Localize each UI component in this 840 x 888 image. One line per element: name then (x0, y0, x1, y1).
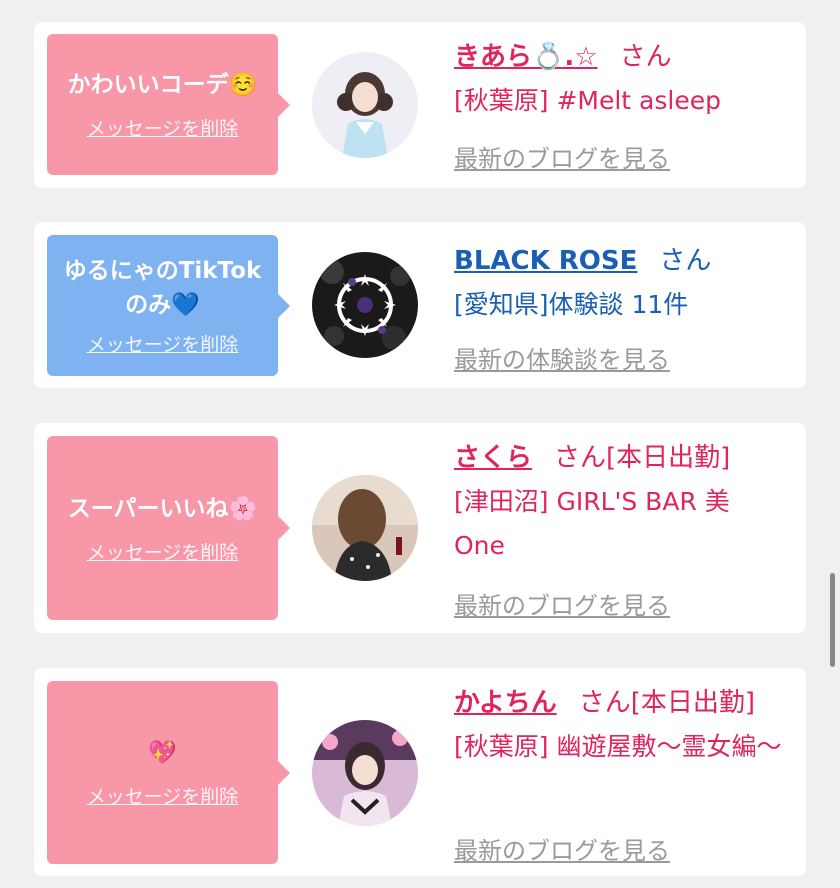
san-suffix: さん (659, 246, 712, 276)
profile-detail: [津田沼] GIRL'S BAR 美One (454, 487, 730, 560)
san-suffix: さん (578, 688, 631, 718)
message-bubble: ゆるにゃのTikTokのみ💙 メッセージを削除 (47, 235, 290, 376)
profile-detail: [秋葉原] 幽遊屋敷～霊女編～ (454, 732, 782, 761)
message-text: かわいいコーデ☺️ (67, 72, 258, 98)
message-text: スーパーいいね🌸 (67, 495, 258, 522)
latest-blog-link[interactable]: 最新のブログを見る (454, 831, 670, 866)
delete-message-link[interactable]: メッセージを削除 (87, 538, 239, 565)
message-card: かわいいコーデ☺️ メッセージを削除 きあら💍.☆ さん [秋葉原] #Melt … (34, 22, 806, 188)
san-suffix: さん (619, 42, 672, 72)
avatar[interactable] (312, 720, 418, 826)
profile-detail: [愛知県]体験談 11件 (454, 290, 689, 319)
profile-info: さくら さん[本日出勤] [津田沼] GIRL'S BAR 美One (454, 437, 792, 568)
attendance-status: [本日出勤] (606, 443, 731, 473)
delete-message-link[interactable]: メッセージを削除 (87, 782, 239, 809)
avatar[interactable] (312, 252, 418, 358)
latest-experience-link[interactable]: 最新の体験談を見る (454, 340, 670, 375)
message-bubble: スーパーいいね🌸 メッセージを削除 (47, 436, 290, 620)
profile-name-link[interactable]: きあら💍.☆ (454, 42, 598, 72)
profile-detail: [秋葉原] #Melt asleep (454, 86, 721, 115)
message-bubble: かわいいコーデ☺️ メッセージを削除 (47, 34, 290, 175)
delete-message-link[interactable]: メッセージを削除 (87, 114, 239, 141)
profile-info: きあら💍.☆ さん [秋葉原] #Melt asleep (454, 36, 792, 123)
scrollbar[interactable] (830, 573, 835, 667)
avatar[interactable] (312, 475, 418, 581)
attendance-status: [本日出勤] (630, 688, 756, 718)
message-card: ゆるにゃのTikTokのみ💙 メッセージを削除 BLACK ROSE さん [愛知… (34, 222, 806, 388)
message-text: ゆるにゃのTikTokのみ💙 (63, 258, 262, 318)
delete-message-link[interactable]: メッセージを削除 (87, 330, 239, 357)
profile-name-link[interactable]: かよちん (454, 688, 557, 718)
message-text: 💖 (148, 740, 177, 766)
message-bubble: 💖 メッセージを削除 (47, 681, 290, 864)
avatar[interactable] (312, 52, 418, 158)
latest-blog-link[interactable]: 最新のブログを見る (454, 139, 670, 174)
profile-info: BLACK ROSE さん [愛知県]体験談 11件 (454, 240, 792, 327)
san-suffix: さん (554, 443, 607, 473)
latest-blog-link[interactable]: 最新のブログを見る (454, 586, 670, 621)
profile-name-link[interactable]: BLACK ROSE (454, 246, 637, 276)
profile-info: かよちん さん[本日出勤] [秋葉原] 幽遊屋敷～霊女編～ (454, 682, 792, 769)
message-card: スーパーいいね🌸 メッセージを削除 さくら さん[本日出勤] [津田沼] GIRL… (34, 423, 806, 633)
message-card: 💖 メッセージを削除 かよちん さん[本日出勤] [秋葉原] 幽遊屋敷～霊女編～ … (34, 668, 806, 876)
profile-name-link[interactable]: さくら (454, 443, 532, 473)
